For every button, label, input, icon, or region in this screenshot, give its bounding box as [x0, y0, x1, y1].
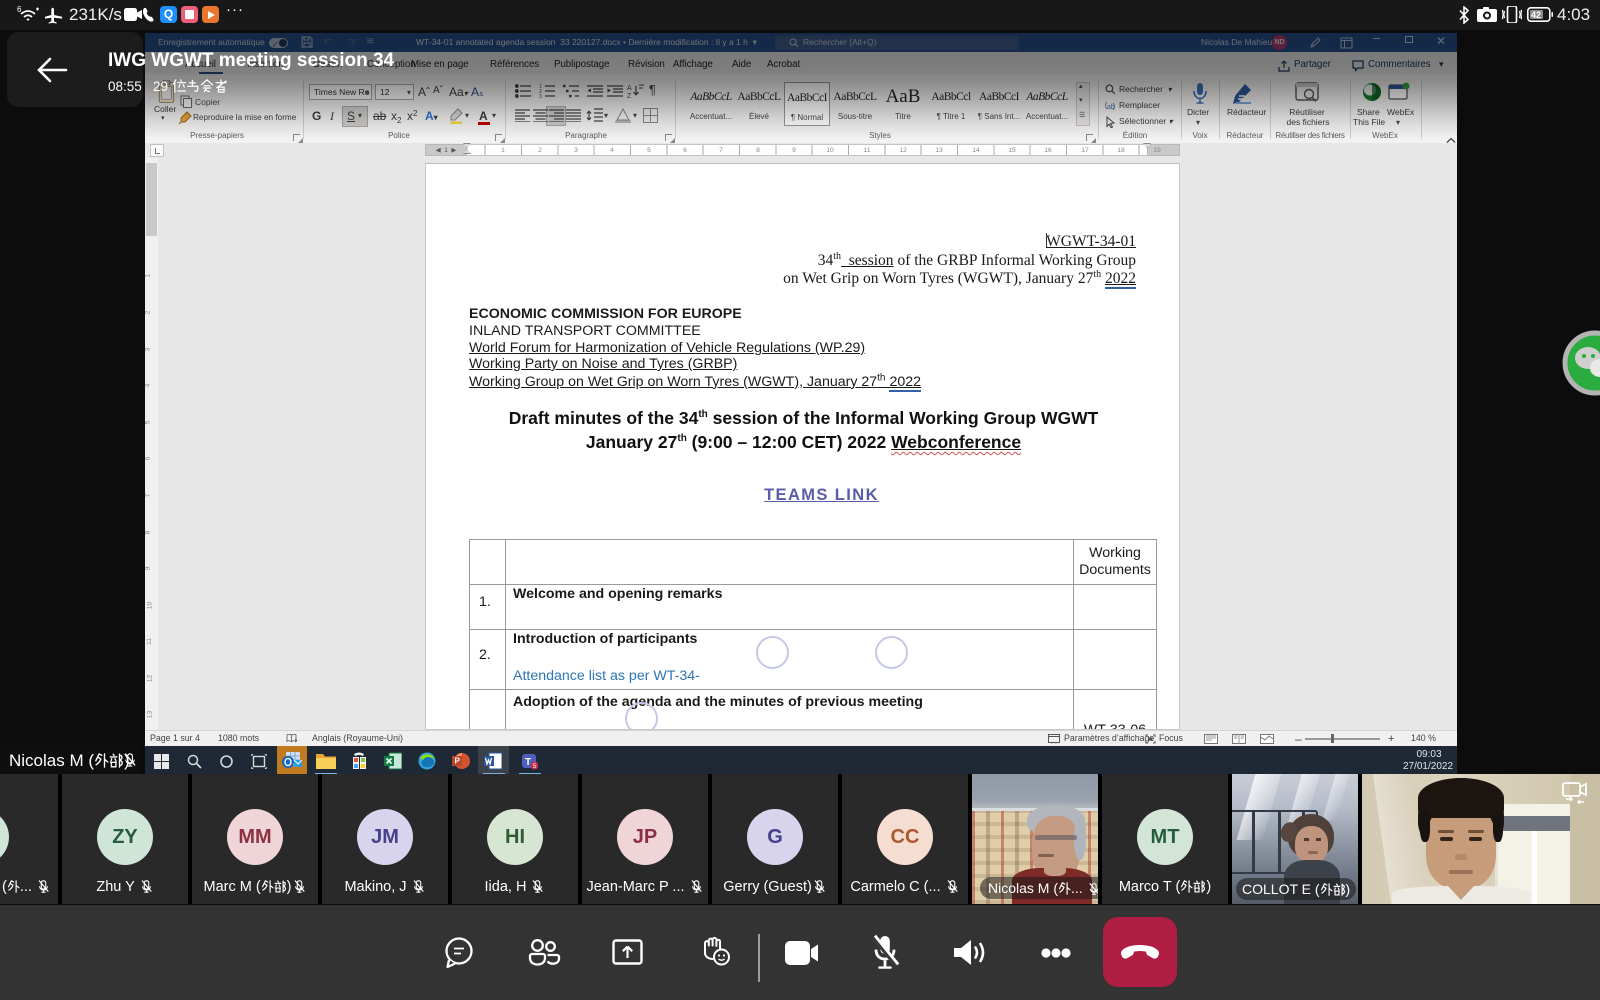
svg-text:3: 3 [539, 94, 542, 98]
svg-text:P: P [455, 757, 461, 766]
svg-text:Z: Z [627, 93, 632, 98]
svg-text:T: T [525, 757, 531, 768]
svg-text:ab: ab [1107, 104, 1115, 111]
svg-text:5: 5 [533, 763, 537, 770]
svg-text:A: A [627, 85, 632, 92]
svg-text:42: 42 [1531, 10, 1541, 20]
